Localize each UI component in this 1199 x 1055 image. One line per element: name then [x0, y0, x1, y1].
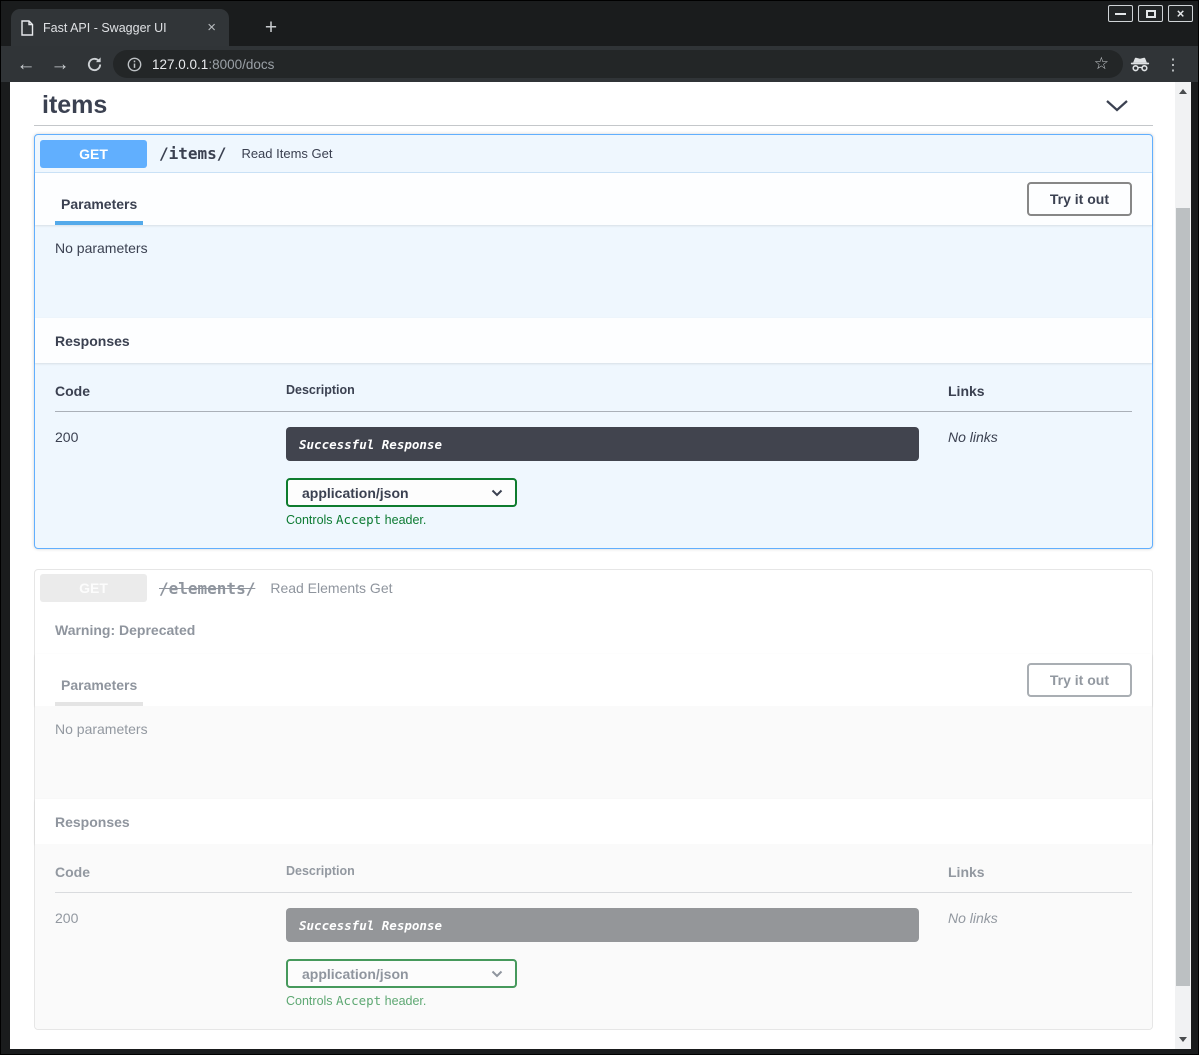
url-text: 127.0.0.1:8000/docs: [152, 57, 274, 72]
minimize-icon: [1115, 13, 1126, 15]
bookmark-star-icon[interactable]: ☆: [1094, 54, 1109, 74]
minimize-button[interactable]: [1108, 5, 1133, 22]
endpoint-path: /items/: [159, 144, 226, 163]
responses-header: Responses: [35, 799, 1152, 844]
scroll-up-arrow-icon[interactable]: [1179, 89, 1187, 94]
responses-table: Code Description Links 200 Successful Re…: [35, 363, 1152, 548]
close-button[interactable]: ×: [1168, 5, 1193, 22]
incognito-icon: [1129, 57, 1151, 77]
scroll-down-arrow-icon[interactable]: [1179, 1037, 1187, 1042]
url-host: 127.0.0.1: [152, 57, 208, 72]
reload-icon[interactable]: [77, 56, 111, 73]
response-description-cell: Successful Response application/json Con…: [286, 427, 948, 527]
chevron-down-icon: [491, 970, 503, 978]
parameters-header: Parameters Try it out: [35, 654, 1152, 706]
media-type-value: application/json: [302, 485, 409, 501]
tab-title: Fast API - Swagger UI: [43, 21, 203, 35]
maximize-icon: [1146, 10, 1156, 18]
endpoint-summary: Read Items Get: [241, 146, 332, 161]
tag-title: items: [42, 91, 1105, 120]
browser-toolbar: ← → 127.0.0.1:8000/docs ☆: [1, 46, 1198, 82]
method-badge: GET: [40, 574, 147, 602]
opblock-summary[interactable]: GET /items/ Read Items Get: [35, 135, 1152, 173]
browser-window: Fast API - Swagger UI × + × ← → 127.0.0.…: [0, 0, 1199, 1055]
no-parameters-text: No parameters: [35, 225, 1152, 318]
response-links: No links: [948, 908, 1132, 926]
column-header-description: Description: [286, 864, 948, 878]
media-type-select[interactable]: application/json: [286, 478, 517, 507]
tab-close-icon[interactable]: ×: [203, 18, 220, 37]
responses-header: Responses: [35, 318, 1152, 363]
responses-title: Responses: [55, 333, 130, 349]
browser-menu-icon[interactable]: ⋮: [1165, 55, 1181, 75]
forward-icon[interactable]: →: [43, 55, 77, 74]
column-header-code: Code: [55, 383, 286, 399]
endpoint-path: /elements/: [159, 579, 255, 598]
site-info-icon[interactable]: [127, 57, 142, 72]
opblock-get-items: GET /items/ Read Items Get Parameters Tr…: [34, 134, 1153, 549]
response-row: 200 Successful Response application/json…: [55, 412, 1132, 527]
titlebar: Fast API - Swagger UI × + ×: [1, 1, 1198, 46]
response-code: 200: [55, 427, 286, 445]
controls-accept-note: Controls Accept header.: [286, 512, 948, 527]
column-header-code: Code: [55, 864, 286, 880]
chevron-down-icon: [491, 489, 503, 497]
new-tab-button[interactable]: +: [257, 14, 285, 42]
try-it-out-button[interactable]: Try it out: [1027, 182, 1132, 216]
scrollbar-thumb[interactable]: [1176, 208, 1190, 986]
deprecated-warning: Warning: Deprecated: [35, 606, 1152, 654]
page-scrollbar[interactable]: [1175, 82, 1191, 1049]
column-header-description: Description: [286, 383, 948, 397]
response-links: No links: [948, 427, 1132, 445]
endpoint-summary: Read Elements Get: [270, 580, 392, 596]
url-path: :8000/docs: [208, 57, 274, 72]
method-badge: GET: [40, 140, 147, 168]
response-row: 200 Successful Response application/json…: [55, 893, 1132, 1008]
opblock-get-elements-deprecated: GET /elements/ Read Elements Get Warning…: [34, 569, 1153, 1030]
column-header-links: Links: [948, 383, 1132, 399]
media-type-value: application/json: [302, 966, 409, 982]
responses-title: Responses: [55, 814, 130, 830]
response-description-box: Successful Response: [286, 427, 919, 461]
response-description-cell: Successful Response application/json Con…: [286, 908, 948, 1008]
address-bar[interactable]: 127.0.0.1:8000/docs ☆: [113, 50, 1123, 78]
try-it-out-button[interactable]: Try it out: [1027, 663, 1132, 697]
parameters-tab[interactable]: Parameters: [55, 196, 143, 225]
browser-tab[interactable]: Fast API - Swagger UI ×: [11, 9, 229, 46]
no-parameters-text: No parameters: [35, 706, 1152, 799]
responses-table: Code Description Links 200 Successful Re…: [35, 844, 1152, 1029]
tag-section-header[interactable]: items: [34, 82, 1153, 126]
opblock-summary[interactable]: GET /elements/ Read Elements Get: [35, 570, 1152, 606]
response-description-box: Successful Response: [286, 908, 919, 942]
parameters-tab[interactable]: Parameters: [55, 677, 143, 706]
parameters-header: Parameters Try it out: [35, 173, 1152, 225]
back-icon[interactable]: ←: [9, 55, 43, 74]
controls-accept-note: Controls Accept header.: [286, 993, 948, 1008]
swagger-page: items GET /items/ Read Items Get Paramet…: [10, 82, 1177, 1049]
media-type-select[interactable]: application/json: [286, 959, 517, 988]
close-icon: ×: [1177, 7, 1185, 20]
window-controls: ×: [1108, 5, 1193, 22]
maximize-button[interactable]: [1138, 5, 1163, 22]
page-favicon-icon: [20, 20, 34, 36]
collapse-chevron-down-icon[interactable]: [1105, 99, 1129, 112]
column-header-links: Links: [948, 864, 1132, 880]
response-code: 200: [55, 908, 286, 926]
